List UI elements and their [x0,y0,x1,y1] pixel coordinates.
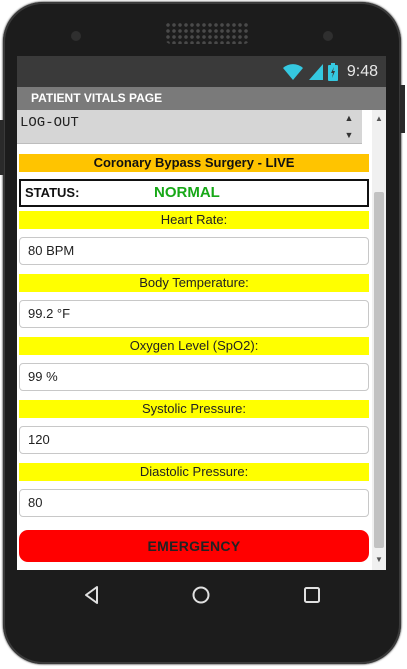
scroll-up-icon[interactable]: ▲ [372,114,386,123]
page-title: PATIENT VITALS PAGE [17,87,386,110]
emergency-button[interactable]: EMERGENCY [19,530,369,562]
surgery-title: Coronary Bypass Surgery - LIVE [19,154,369,172]
signal-icon [308,64,323,80]
camera-dot [71,31,81,41]
systolic-field[interactable]: 120 [19,426,369,454]
heart-rate-label: Heart Rate: [19,211,369,229]
scroll-down-icon[interactable]: ▼ [372,555,386,564]
volume-button [0,120,4,175]
diastolic-field[interactable]: 80 [19,489,369,517]
status-box: STATUS: NORMAL [19,179,369,207]
screen: 9:48 PATIENT VITALS PAGE LOG-OUT ▲ ▼ ▲ ▼ … [17,56,386,570]
sensor-dot [323,31,333,41]
logout-dropdown[interactable]: LOG-OUT ▲ ▼ [17,110,362,144]
systolic-label: Systolic Pressure: [19,400,369,418]
back-icon[interactable] [80,583,104,607]
navigation-bar [17,570,386,620]
status-label: STATUS: [25,185,80,200]
temperature-label: Body Temperature: [19,274,369,292]
dropdown-arrows-icon[interactable]: ▲ ▼ [342,114,356,140]
clock-time: 9:48 [346,63,378,80]
status-bar: 9:48 [17,56,386,87]
home-icon[interactable] [189,583,213,607]
recents-icon[interactable] [300,583,324,607]
heart-rate-field[interactable]: 80 BPM [19,237,369,265]
battery-icon [327,63,338,81]
scroll-thumb[interactable] [374,192,384,548]
logout-label: LOG-OUT [20,115,79,131]
scrollbar[interactable]: ▲ ▼ [372,110,386,570]
speaker-grille [165,22,250,44]
diastolic-label: Diastolic Pressure: [19,463,369,481]
temperature-field[interactable]: 99.2 °F [19,300,369,328]
status-value: NORMAL [154,184,220,201]
wifi-icon [282,64,303,80]
oxygen-label: Oxygen Level (SpO2): [19,337,369,355]
power-button [400,85,405,133]
oxygen-field[interactable]: 99 % [19,363,369,391]
